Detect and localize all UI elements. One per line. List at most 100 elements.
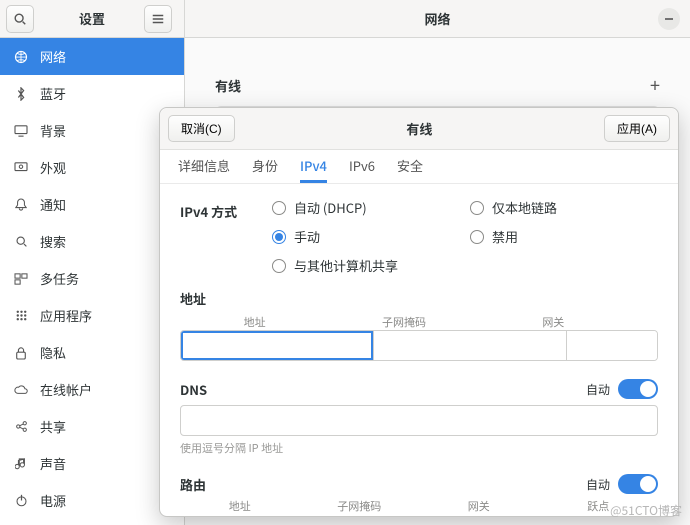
dns-input[interactable] [180, 405, 658, 436]
sidebar-item-label: 共享 [40, 417, 66, 436]
sidebar-item-label: 背景 [40, 121, 66, 140]
col-netmask: 子网掩码 [329, 314, 478, 330]
tab-ipv4[interactable]: IPv4 [300, 156, 327, 183]
ipv4-option-linklocal[interactable]: 仅本地链路 [470, 198, 658, 217]
sidebar-item-notifications[interactable]: 通知 [0, 186, 184, 223]
tab-ipv6[interactable]: IPv6 [349, 156, 375, 183]
sidebar-item-label: 电源 [40, 491, 66, 510]
apps-icon [14, 309, 28, 322]
addresses-title: 地址 [180, 289, 658, 308]
dialog-title: 有线 [406, 119, 432, 138]
route-col-gateway: 网关 [419, 498, 539, 514]
cancel-button[interactable]: 取消(C) [168, 115, 235, 142]
dialog-tabs: 详细信息 身份 IPv4 IPv6 安全 [160, 150, 678, 184]
lock-icon [14, 346, 28, 360]
tab-security[interactable]: 安全 [397, 156, 423, 183]
ipv4-option-shared[interactable]: 与其他计算机共享 [272, 256, 658, 275]
sidebar-item-network[interactable]: 网络 [0, 38, 184, 75]
sidebar: 网络 蓝牙 背景 外观 通知 搜索 多任务 应用程序 [0, 38, 185, 525]
tab-identity[interactable]: 身份 [252, 156, 278, 183]
hamburger-button[interactable] [144, 5, 172, 33]
multitask-icon [14, 273, 28, 285]
minimize-icon [664, 14, 674, 24]
routes-title: 路由 [180, 475, 206, 494]
settings-title: 设置 [40, 9, 144, 28]
sidebar-item-label: 应用程序 [40, 306, 92, 325]
dns-hint: 使用逗号分隔 IP 地址 [180, 440, 658, 456]
appearance-icon [14, 162, 28, 174]
gateway-input[interactable] [567, 331, 658, 360]
display-icon [14, 125, 28, 137]
sidebar-item-label: 声音 [40, 454, 66, 473]
bluetooth-icon [14, 87, 28, 101]
sidebar-item-search[interactable]: 搜索 [0, 223, 184, 260]
radio-icon [470, 201, 484, 215]
sidebar-item-applications[interactable]: 应用程序 [0, 297, 184, 334]
hamburger-icon [151, 12, 165, 26]
radio-icon [272, 230, 286, 244]
routes-auto-toggle[interactable] [618, 474, 658, 494]
radio-icon [470, 230, 484, 244]
dns-auto-label: 自动 [586, 381, 610, 398]
option-label: 仅本地链路 [492, 198, 557, 217]
connection-dialog: 取消(C) 有线 应用(A) 详细信息 身份 IPv4 IPv6 安全 IPv4… [159, 107, 679, 517]
dns-header: DNS 自动 [180, 379, 658, 399]
sidebar-item-label: 通知 [40, 195, 66, 214]
ipv4-method-options: 自动 (DHCP) 仅本地链路 手动 禁用 与其他计算机共享 [272, 198, 658, 275]
netmask-input[interactable] [374, 331, 567, 360]
music-icon [14, 457, 28, 471]
page-title: 网络 [424, 9, 450, 28]
sidebar-item-bluetooth[interactable]: 蓝牙 [0, 75, 184, 112]
search-button[interactable] [6, 5, 34, 33]
radio-icon [272, 259, 286, 273]
addresses-columns: 地址 子网掩码 网关 [180, 314, 658, 330]
dns-auto-toggle[interactable] [618, 379, 658, 399]
tab-details[interactable]: 详细信息 [178, 156, 230, 183]
sidebar-item-sound[interactable]: 声音 [0, 445, 184, 482]
apply-button[interactable]: 应用(A) [604, 115, 670, 142]
add-wired-button[interactable]: + [650, 72, 660, 98]
sidebar-item-label: 网络 [40, 47, 66, 66]
sidebar-item-online-accounts[interactable]: 在线帐户 [0, 371, 184, 408]
col-address: 地址 [180, 314, 329, 330]
sidebar-item-privacy[interactable]: 隐私 [0, 334, 184, 371]
sidebar-item-multitask[interactable]: 多任务 [0, 260, 184, 297]
address-input[interactable] [181, 331, 374, 360]
route-col-address: 地址 [180, 498, 300, 514]
dns-auto-group: 自动 [586, 379, 658, 399]
route-col-netmask: 子网掩码 [300, 498, 420, 514]
sidebar-item-appearance[interactable]: 外观 [0, 149, 184, 186]
sidebar-item-label: 蓝牙 [40, 84, 66, 103]
headerbar-right: 网络 [185, 0, 690, 37]
routes-header: 路由 自动 [180, 474, 658, 494]
watermark: @51CTO博客 [610, 502, 682, 519]
sidebar-item-label: 在线帐户 [40, 380, 92, 399]
ipv4-option-manual[interactable]: 手动 [272, 227, 460, 246]
option-label: 与其他计算机共享 [294, 256, 398, 275]
sidebar-item-label: 隐私 [40, 343, 66, 362]
ipv4-method-row: IPv4 方式 自动 (DHCP) 仅本地链路 手动 禁用 与其他计算机共享 [180, 198, 658, 275]
option-label: 禁用 [492, 227, 518, 246]
routes-auto-group: 自动 [586, 474, 658, 494]
sidebar-item-label: 外观 [40, 158, 66, 177]
dns-title: DNS [180, 380, 207, 399]
sidebar-item-sharing[interactable]: 共享 [0, 408, 184, 445]
option-label: 手动 [294, 227, 320, 246]
dialog-body: IPv4 方式 自动 (DHCP) 仅本地链路 手动 禁用 与其他计算机共享 地… [160, 184, 678, 516]
headerbar-left: 设置 [0, 0, 185, 37]
ipv4-option-dhcp[interactable]: 自动 (DHCP) [272, 198, 460, 217]
wired-section-header: 有线 + [215, 72, 660, 98]
dialog-header: 取消(C) 有线 应用(A) [160, 108, 678, 150]
bell-icon [14, 198, 28, 212]
minimize-button[interactable] [658, 8, 680, 30]
globe-icon [14, 50, 28, 64]
sidebar-item-background[interactable]: 背景 [0, 112, 184, 149]
radio-icon [272, 201, 286, 215]
ipv4-method-label: IPv4 方式 [180, 198, 272, 221]
share-icon [14, 420, 28, 433]
routes-columns: 地址 子网掩码 网关 跃点 [180, 498, 658, 514]
ipv4-option-disabled[interactable]: 禁用 [470, 227, 658, 246]
col-gateway: 网关 [479, 314, 628, 330]
sidebar-item-power[interactable]: 电源 [0, 482, 184, 519]
cloud-icon [14, 384, 28, 395]
